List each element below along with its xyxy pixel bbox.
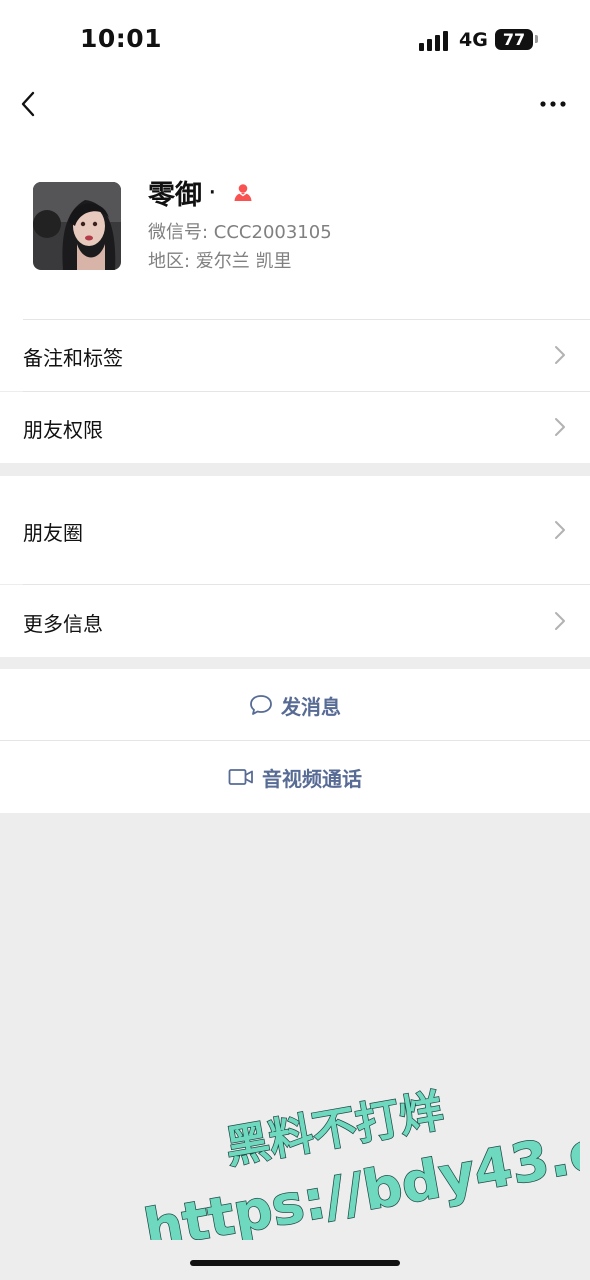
chevron-left-icon	[21, 91, 35, 117]
nav-bar	[0, 80, 590, 130]
cellular-signal-icon	[419, 29, 449, 51]
contact-name[interactable]: 零御	[148, 173, 202, 212]
more-info-label: 更多信息	[23, 612, 103, 636]
more-info-row[interactable]: 更多信息	[0, 585, 590, 657]
friend-permissions-row[interactable]: 朋友权限	[0, 392, 590, 463]
send-message-button[interactable]: 发消息	[0, 669, 590, 741]
region: 地区: 爱尔兰 凯里	[148, 251, 292, 272]
moments-label: 朋友圈	[23, 521, 83, 545]
watermark-overlay: 黑料不打烊 https://bdy43.co	[139, 1085, 580, 1240]
send-message-label: 发消息	[281, 694, 341, 719]
status-time: 10:01	[80, 24, 163, 53]
chevron-right-icon	[555, 418, 565, 436]
av-call-button[interactable]: 音视频通话	[0, 741, 590, 813]
remarks-tags-row[interactable]: 备注和标签	[0, 320, 590, 391]
wechat-id[interactable]: 微信号: CCC2003105	[148, 218, 332, 244]
name-suffix: ·	[208, 176, 217, 208]
name-row: 零御 ·	[148, 173, 253, 212]
status-bar: 10:01 4G 77	[0, 0, 590, 80]
friend-permissions-label: 朋友权限	[23, 418, 103, 442]
back-button[interactable]	[14, 88, 46, 120]
moments-row[interactable]: 朋友圈	[0, 476, 590, 584]
av-call-label: 音视频通话	[262, 766, 362, 791]
chevron-right-icon	[555, 612, 565, 630]
female-person-icon	[234, 184, 252, 201]
avatar[interactable]	[33, 182, 121, 270]
home-indicator[interactable]	[190, 1260, 400, 1266]
video-camera-icon	[228, 769, 253, 785]
network-type: 4G	[459, 29, 488, 51]
chat-bubble-icon	[250, 695, 272, 715]
more-button[interactable]	[536, 90, 570, 118]
remarks-tags-label: 备注和标签	[23, 346, 123, 370]
battery-tip	[535, 35, 538, 43]
battery-icon: 77	[495, 29, 533, 50]
ellipsis-icon	[540, 101, 566, 107]
chevron-right-icon	[555, 521, 565, 539]
profile-card: 零御 · 微信号: CCC2003105 地区: 爱尔兰 凯里	[0, 130, 590, 320]
chevron-right-icon	[555, 346, 565, 364]
